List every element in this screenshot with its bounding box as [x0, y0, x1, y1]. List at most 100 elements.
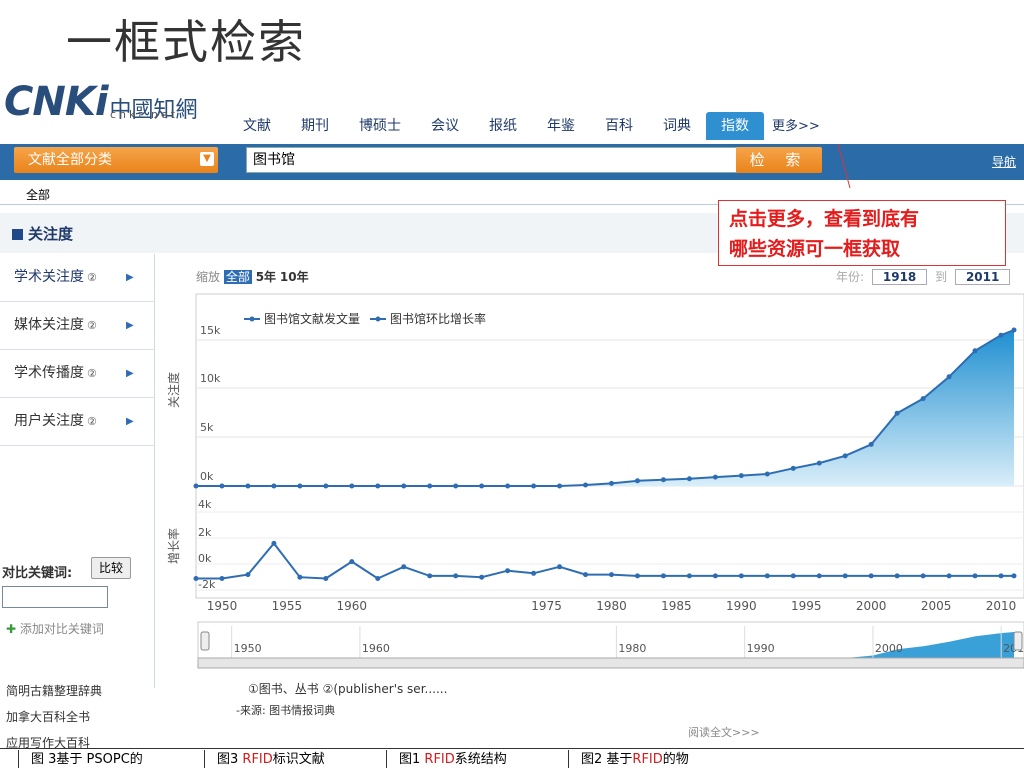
legend-marker-0 [249, 316, 255, 322]
growth-point [842, 573, 848, 579]
growth-point [193, 576, 199, 581]
callout-pointer [837, 143, 851, 189]
bottom-tab-prefix: 图1 [399, 752, 425, 767]
volume-point [297, 483, 303, 489]
bottom-tab-rest: 的物 [662, 752, 689, 767]
bottom-item-0[interactable]: 简明古籍整理辞典 [6, 682, 102, 699]
growth-point [608, 572, 614, 578]
growth-point [764, 573, 770, 579]
x-tick-label: 1975 [531, 599, 562, 613]
bottom-tab-0[interactable]: 图 3基于 PSOPC的 [18, 750, 143, 768]
volume-point [764, 471, 770, 477]
volume-point [972, 348, 978, 354]
growth-point [479, 574, 485, 580]
bottom-tab-rest: PSOPC的 [86, 752, 143, 767]
volume-point [557, 483, 563, 489]
bottom-item-1[interactable]: 加拿大百科全书 [6, 708, 90, 725]
bottom-tab-bar: 图 3基于 PSOPC的 图3 RFID标识文献 图1 RFID系统结构 图2 基于R… [0, 748, 1024, 768]
legend-label-1: 图书馆环比增长率 [390, 311, 486, 326]
bottom-tab-highlight: RFID [632, 752, 663, 767]
x-tick-label: 1995 [791, 599, 822, 613]
bottom-tab-prefix: 图3 [217, 752, 243, 767]
growth-point [920, 573, 926, 579]
volume-point [219, 483, 225, 489]
volume-point [323, 483, 329, 489]
x-tick-label: 1955 [272, 599, 303, 613]
volume-point [686, 476, 692, 482]
growth-point [531, 570, 537, 576]
volume-point [349, 483, 355, 489]
bottom-tab-rest: 标识文献 [272, 752, 325, 767]
y-tick-label: 2k [198, 526, 212, 539]
volume-point [193, 483, 199, 489]
bottom-tab-1[interactable]: 图3 RFID标识文献 [204, 750, 325, 768]
y-tick-label: -2k [198, 578, 216, 591]
growth-point [660, 573, 666, 579]
y-tick-label: 5k [200, 421, 214, 434]
growth-point [427, 573, 433, 579]
read-more-link[interactable]: 阅读全文>>> [688, 724, 760, 740]
navigator-tick-label: 1950 [234, 642, 262, 655]
cnki-screenshot: CNKi 中國知網 cnki.net 文献 期刊 博硕士 会议 报纸 年鉴 百科 词典 指数 更多… [0, 76, 1024, 768]
growth-point [816, 573, 822, 579]
volume-point [453, 483, 459, 489]
callout-annotation: 点击更多，查看到底有 哪些资源可一框获取 [718, 200, 1006, 266]
y-axis-label: 增长率 [166, 528, 181, 564]
navigator-tick-label: 1960 [362, 642, 390, 655]
bottom-tab-highlight: RFID [424, 752, 455, 767]
growth-point [1011, 573, 1017, 579]
volume-point [583, 482, 589, 488]
growth-point [894, 573, 900, 579]
volume-point [790, 465, 796, 471]
bottom-tab-highlight: RFID [242, 752, 273, 767]
volume-point [1011, 327, 1017, 333]
growth-point [946, 573, 952, 579]
growth-point [297, 574, 303, 580]
x-tick-label: 1950 [207, 599, 238, 613]
legend-label-0: 图书馆文献发文量 [264, 311, 360, 326]
source-text: -来源: 图书情报词典 [236, 704, 336, 717]
growth-point [712, 573, 718, 579]
volume-point [920, 396, 926, 402]
bottom-tab-3[interactable]: 图2 基于RFID的物 [568, 750, 689, 768]
volume-point [427, 483, 433, 489]
growth-point [790, 573, 796, 579]
legend-marker-1 [375, 316, 381, 322]
volume-point [738, 473, 744, 479]
bottom-tab-rest: 系统结构 [454, 752, 507, 767]
growth-point [583, 572, 589, 578]
growth-point [349, 559, 355, 565]
volume-point [998, 332, 1004, 338]
navigator-tick-label: 1990 [747, 642, 775, 655]
navigator-scrollbar [197, 657, 1024, 669]
y-tick-label: 0k [198, 552, 212, 565]
snippet-text: ①图书、丛书 ②(publisher's ser...... [248, 682, 448, 696]
bottom-tab-2[interactable]: 图1 RFID系统结构 [386, 750, 507, 768]
y-axis-label: 关注度 [166, 372, 181, 408]
volume-point [401, 483, 407, 489]
volume-point [842, 453, 848, 459]
growth-point [323, 576, 329, 581]
x-tick-label: 1960 [337, 599, 368, 613]
x-tick-label: 1980 [596, 599, 627, 613]
navigator-handle-left [200, 631, 210, 651]
navigator-tick-label: 2000 [875, 642, 903, 655]
volume-point [479, 483, 485, 489]
x-tick-label: 2010 [986, 599, 1017, 613]
volume-point [375, 483, 381, 489]
volume-point [531, 483, 537, 489]
y-tick-label: 4k [198, 498, 212, 511]
volume-point [271, 483, 277, 489]
slide-title: 一框式检索 [66, 15, 306, 69]
volume-point [712, 474, 718, 480]
volume-point [868, 441, 874, 447]
growth-point [868, 573, 874, 579]
y-tick-label: 0k [200, 470, 214, 483]
volume-point [245, 483, 251, 489]
y-tick-label: 10k [200, 372, 221, 385]
growth-point [505, 568, 511, 574]
growth-point [219, 576, 225, 581]
volume-point [608, 480, 614, 486]
volume-point [505, 483, 511, 489]
x-tick-label: 2005 [921, 599, 952, 613]
